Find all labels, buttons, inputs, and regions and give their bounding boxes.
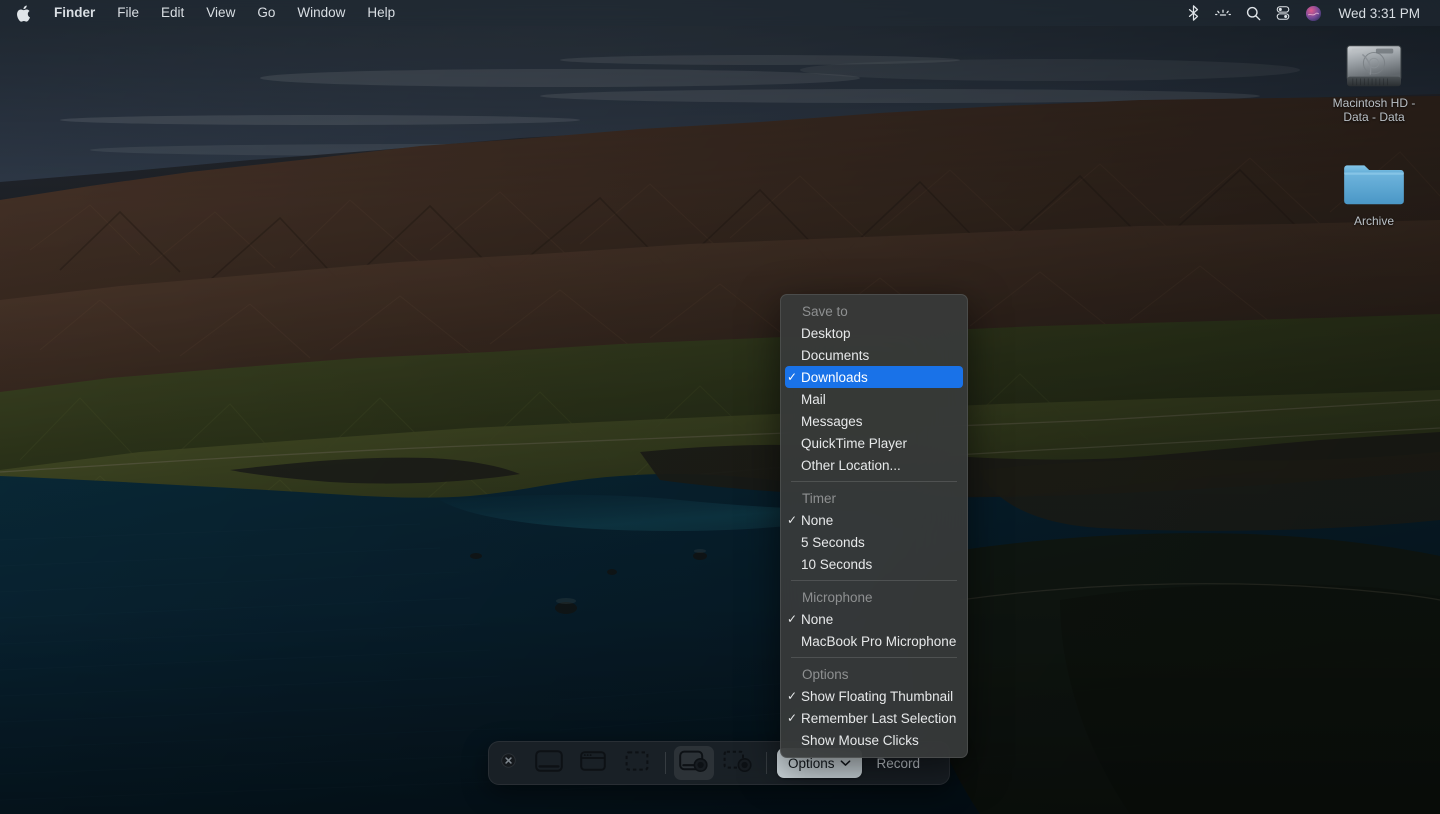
screenshot-options-menu: Save to Desktop Documents ✓ Downloads Ma… (780, 294, 968, 758)
menu-item-documents[interactable]: Documents (781, 344, 967, 366)
menu-item-mail[interactable]: Mail (781, 388, 967, 410)
menu-section-header-options: Options (781, 663, 967, 685)
menu-bar: Finder File Edit View Go Window Help (0, 0, 1440, 26)
checkmark-icon: ✓ (787, 366, 801, 388)
menu-finder[interactable]: Finder (43, 3, 106, 23)
menu-item-label: None (801, 612, 957, 627)
section-label: Options (801, 667, 957, 682)
menu-item-label: Mail (801, 392, 957, 407)
capture-entire-screen-icon (535, 750, 563, 777)
menu-bar-clock[interactable]: Wed 3:31 PM (1328, 6, 1426, 21)
menu-help[interactable]: Help (356, 3, 406, 23)
menu-separator (791, 580, 957, 581)
menu-bar-status-area: Wed 3:31 PM (1178, 2, 1440, 24)
menu-section-header-timer: Timer (781, 487, 967, 509)
menu-item-label: Documents (801, 348, 957, 363)
menu-section-header-save-to: Save to (781, 300, 967, 322)
desktop-icon-archive[interactable]: Archive (1322, 148, 1426, 228)
close-button[interactable] (489, 741, 527, 785)
desktop-icon-label: Archive (1322, 214, 1426, 228)
menu-separator (791, 657, 957, 658)
menu-item-label: 10 Seconds (801, 557, 957, 572)
menu-item-downloads[interactable]: ✓ Downloads (785, 366, 963, 388)
menu-window[interactable]: Window (286, 3, 356, 23)
toolbar-separator (665, 752, 666, 774)
menu-item-label: QuickTime Player (801, 436, 957, 451)
section-label: Save to (801, 304, 957, 319)
menu-item-quicktime-player[interactable]: QuickTime Player (781, 432, 967, 454)
search-icon[interactable] (1238, 2, 1268, 24)
menu-edit[interactable]: Edit (150, 3, 195, 23)
checkmark-icon: ✓ (787, 685, 801, 707)
control-center-icon[interactable] (1268, 2, 1298, 24)
menu-item-show-floating-thumbnail[interactable]: ✓ Show Floating Thumbnail (781, 685, 967, 707)
siri-icon[interactable] (1298, 2, 1328, 24)
capture-entire-screen-button[interactable] (529, 746, 569, 780)
menu-item-timer-none[interactable]: ✓ None (781, 509, 967, 531)
folder-icon (1322, 148, 1426, 210)
record-entire-screen-button[interactable] (674, 746, 714, 780)
menu-item-remember-last-selection[interactable]: ✓ Remember Last Selection (781, 707, 967, 729)
apple-logo-icon[interactable] (14, 5, 43, 22)
desktop-wallpaper (0, 0, 1440, 814)
menu-item-messages[interactable]: Messages (781, 410, 967, 432)
menu-item-macbook-pro-microphone[interactable]: MacBook Pro Microphone (781, 630, 967, 652)
menu-item-label: Messages (801, 414, 957, 429)
menu-separator (791, 481, 957, 482)
desktop-icon-label: Macintosh HD - Data - Data (1322, 96, 1426, 124)
menu-item-label: 5 Seconds (801, 535, 957, 550)
toolbar-separator (766, 752, 767, 774)
menu-item-other-location[interactable]: Other Location... (781, 454, 967, 476)
desktop-icon-macintosh-hd[interactable]: Macintosh HD - Data - Data (1322, 30, 1426, 124)
capture-selected-window-button[interactable] (573, 746, 613, 780)
record-selected-portion-icon (723, 750, 753, 777)
section-label: Microphone (801, 590, 957, 605)
capture-selected-portion-icon (625, 750, 649, 777)
capture-selected-window-icon (580, 750, 606, 777)
chevron-down-icon (840, 759, 851, 767)
menu-bar-left: Finder File Edit View Go Window Help (0, 3, 406, 23)
menu-item-label: Show Mouse Clicks (801, 733, 957, 748)
menu-item-label: Desktop (801, 326, 957, 341)
checkmark-icon: ✓ (787, 707, 801, 729)
bluetooth-icon[interactable] (1178, 2, 1208, 24)
section-label: Timer (801, 491, 957, 506)
menu-file[interactable]: File (106, 3, 150, 23)
menu-item-show-mouse-clicks[interactable]: Show Mouse Clicks (781, 729, 967, 751)
checkmark-icon: ✓ (787, 608, 801, 630)
menu-item-label: MacBook Pro Microphone (801, 634, 957, 649)
hard-drive-icon (1322, 30, 1426, 92)
menu-item-microphone-none[interactable]: ✓ None (781, 608, 967, 630)
menu-item-label: Downloads (801, 370, 953, 385)
record-entire-screen-icon (679, 750, 709, 777)
checkmark-icon: ✓ (787, 509, 801, 531)
menu-item-desktop[interactable]: Desktop (781, 322, 967, 344)
display-brightness-icon[interactable] (1208, 2, 1238, 24)
menu-item-label: None (801, 513, 957, 528)
menu-view[interactable]: View (195, 3, 246, 23)
menu-item-timer-5-seconds[interactable]: 5 Seconds (781, 531, 967, 553)
close-icon (501, 753, 516, 773)
menu-item-label: Remember Last Selection (801, 711, 957, 726)
menu-item-label: Other Location... (801, 458, 957, 473)
menu-section-header-microphone: Microphone (781, 586, 967, 608)
capture-selected-portion-button[interactable] (617, 746, 657, 780)
menu-go[interactable]: Go (246, 3, 286, 23)
record-selected-portion-button[interactable] (718, 746, 758, 780)
menu-item-label: Show Floating Thumbnail (801, 689, 957, 704)
menu-item-timer-10-seconds[interactable]: 10 Seconds (781, 553, 967, 575)
